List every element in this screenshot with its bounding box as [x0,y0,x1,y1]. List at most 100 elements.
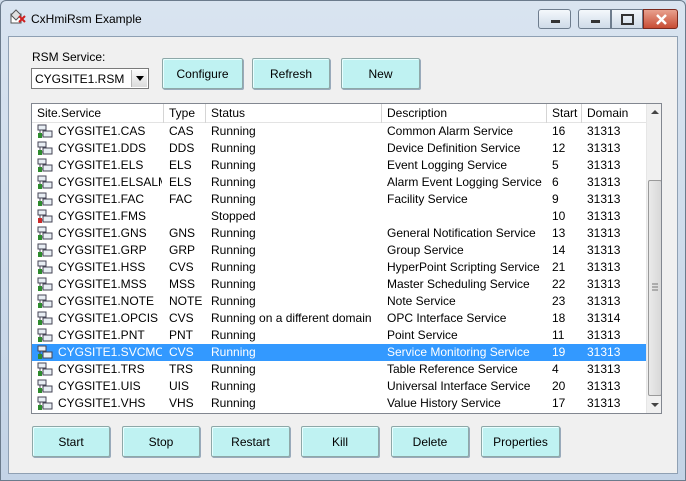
cell-domain: 31313 [587,328,621,342]
column-header-domain[interactable]: Domain [582,104,646,123]
cell-site-service: CYGSITE1.FMS [58,209,147,223]
service-running-icon [37,141,53,156]
table-row[interactable]: CYGSITE1.FMS Stopped 10 31313 [32,208,648,225]
service-running-icon [37,124,53,139]
table-row[interactable]: CYGSITE1.CAS CAS Running Common Alarm Servi… [32,123,648,140]
table-row[interactable]: CYGSITE1.MSS MSS Running Master Scheduling … [32,276,648,293]
cell-type: TRS [169,362,193,376]
service-running-icon [37,362,53,377]
service-running-icon [37,379,53,394]
cell-start: 6 [552,175,559,189]
cell-description: Note Service [387,294,456,308]
scroll-down-button[interactable] [647,396,661,413]
cell-start: 13 [552,226,566,240]
stop-button[interactable]: Stop [122,426,200,457]
cell-status: Running [211,158,256,172]
service-running-icon [37,158,53,173]
scrollbar-thumb[interactable] [648,180,661,396]
table-row[interactable]: CYGSITE1.DDS DDS Running Device Definition … [32,140,648,157]
cell-site-service: CYGSITE1.GRP [58,243,147,257]
cell-domain: 31313 [587,277,621,291]
cell-description: Facility Service [387,192,468,206]
new-button[interactable]: New [341,58,420,89]
cell-start: 12 [552,141,566,155]
cell-start: 21 [552,260,566,274]
refresh-button[interactable]: Refresh [252,58,330,89]
delete-button[interactable]: Delete [391,426,469,457]
cell-start: 5 [552,158,559,172]
cell-status: Running [211,226,256,240]
cell-domain: 31313 [587,396,621,410]
cell-domain: 31313 [587,243,621,257]
cell-status: Running [211,141,256,155]
table-row[interactable]: CYGSITE1.TRS TRS Running Table Reference Se… [32,361,648,378]
cell-domain: 31314 [587,311,621,325]
minimize-icon-button[interactable] [578,9,611,29]
cell-status: Running [211,345,256,359]
cell-start: 20 [552,379,566,393]
table-row[interactable]: CYGSITE1.UIS UIS Running Universal Interfac… [32,378,648,395]
table-row[interactable]: CYGSITE1.SVCMON CVS Running Service Monitor… [32,344,648,361]
table-row[interactable]: CYGSITE1.PNT PNT Running Point Service 11 313… [32,327,648,344]
cell-type: DDS [169,141,195,155]
vertical-scrollbar[interactable] [646,104,661,413]
table-row[interactable]: CYGSITE1.FAC FAC Running Facility Service 9 3… [32,191,648,208]
service-running-icon [37,175,53,190]
cell-status: Running [211,124,256,138]
cell-domain: 31313 [587,345,621,359]
cell-start: 14 [552,243,566,257]
column-header-description[interactable]: Description [382,104,547,123]
window-title: CxHmiRsm Example [31,12,142,26]
rsm-service-value: CYGSITE1.RSM [35,72,125,86]
table-row[interactable]: CYGSITE1.GRP GRP Running Group Service 14 313… [32,242,648,259]
table-row[interactable]: CYGSITE1.HSS CVS Running HyperPoint Scripti… [32,259,648,276]
close-button[interactable] [643,9,678,29]
service-running-icon [37,243,53,258]
cell-start: 10 [552,209,566,223]
properties-button[interactable]: Properties [481,426,560,457]
column-header-status[interactable]: Status [206,104,382,123]
minimize-button[interactable] [538,9,571,29]
cell-description: Device Definition Service [387,141,521,155]
table-row[interactable]: CYGSITE1.NOTE NOTE Running Note Service 23 31… [32,293,648,310]
cell-site-service: CYGSITE1.ELSALM [58,175,162,189]
cell-start: 4 [552,362,559,376]
table-row[interactable]: CYGSITE1.OPCIS CVS Running on a different … [32,310,648,327]
cell-description: Value History Service [387,396,501,410]
cell-type: ELS [169,158,192,172]
table-row[interactable]: CYGSITE1.VHS VHS Running Value History Serv… [32,395,648,412]
maximize-icon [621,14,634,25]
cell-description [387,209,545,225]
restart-button[interactable]: Restart [211,426,290,457]
cell-description: Universal Interface Service [387,379,531,393]
service-running-icon [37,396,53,411]
column-header-start[interactable]: Start [547,104,582,123]
column-header-type[interactable]: Type [164,104,206,123]
cell-site-service: CYGSITE1.MSS [58,277,147,291]
table-row[interactable]: CYGSITE1.ELS ELS Running Event Logging Serv… [32,157,648,174]
cell-domain: 31313 [587,141,621,155]
cell-type: CAS [169,124,194,138]
close-icon [656,14,667,25]
cell-type: VHS [169,396,194,410]
start-button[interactable]: Start [32,426,110,457]
cell-status: Running [211,328,256,342]
table-row[interactable]: CYGSITE1.ELSALM ELS Running Alarm Event Log… [32,174,648,191]
kill-button[interactable]: Kill [301,426,379,457]
cell-site-service: CYGSITE1.ELS [58,158,144,172]
configure-button[interactable]: Configure [162,58,243,89]
rsm-service-select[interactable]: CYGSITE1.RSM [31,68,149,89]
scroll-up-button[interactable] [647,104,661,121]
cell-site-service: CYGSITE1.HSS [58,260,146,274]
title-bar[interactable]: CxHmiRsm Example [1,1,685,37]
cell-start: 9 [552,192,559,206]
table-row[interactable]: CYGSITE1.GNS GNS Running General Notificati… [32,225,648,242]
cell-description: Master Scheduling Service [387,277,530,291]
dropdown-arrow-button[interactable] [131,70,147,87]
maximize-button[interactable] [611,9,643,29]
column-header-site-service[interactable]: Site.Service [32,104,164,123]
cell-start: 17 [552,396,566,410]
service-stopped-icon [37,209,53,224]
services-list[interactable]: Site.Service Type Status Description Sta… [31,103,662,414]
cell-status: Running on a different domain [211,311,372,325]
